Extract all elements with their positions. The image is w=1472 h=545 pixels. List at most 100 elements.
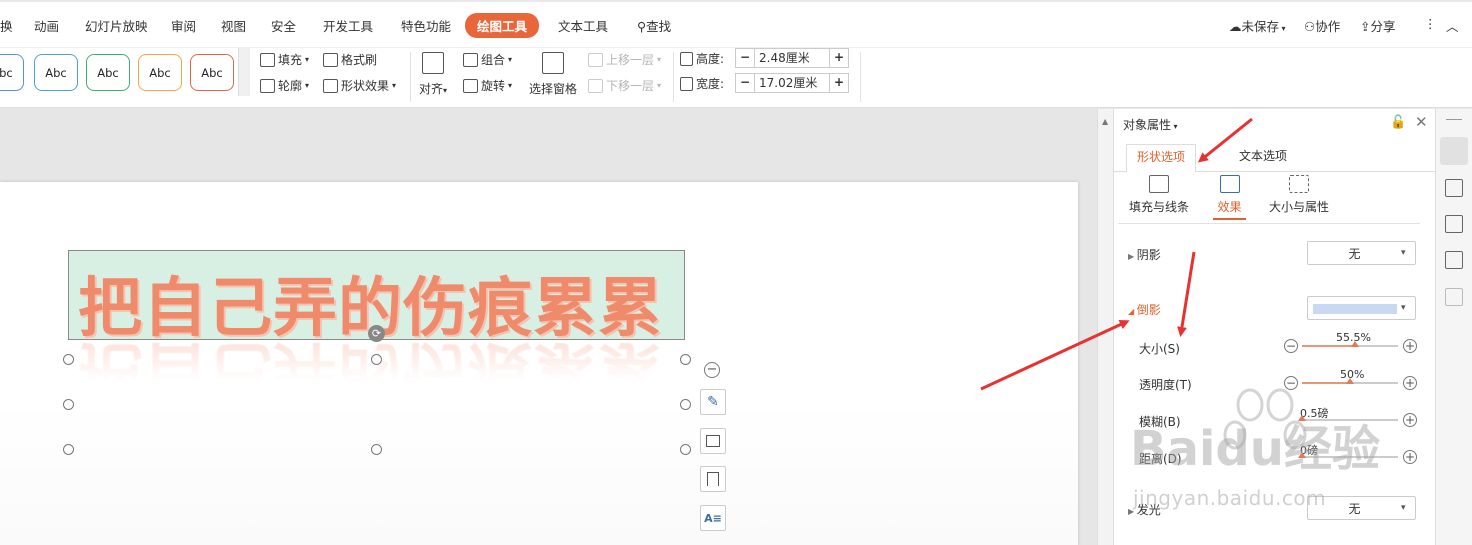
subtab-effects[interactable]: 效果 (1213, 175, 1246, 220)
group-icon (463, 52, 478, 67)
rotate-button[interactable]: 旋转 ▾ (463, 77, 512, 94)
width-input[interactable]: 17.02厘米 (754, 74, 830, 92)
height-increase-button[interactable]: + (830, 49, 848, 67)
image-icon[interactable] (1445, 251, 1463, 269)
collapse-ribbon-icon[interactable]: ︿ (1446, 16, 1459, 35)
properties-icon[interactable] (1440, 137, 1468, 165)
outline-button[interactable]: 轮廓 ▾ (260, 77, 309, 94)
menu-developer[interactable]: 开发工具 (323, 16, 373, 35)
menu-view[interactable]: 视图 (221, 16, 246, 35)
chevron-down-icon: ▾ (657, 81, 662, 90)
height-label: 高度: (680, 50, 724, 67)
height-decrease-button[interactable]: − (736, 49, 754, 67)
slider-thumb[interactable] (1298, 452, 1306, 458)
bring-forward-button[interactable]: 上移一层 ▾ (588, 51, 661, 68)
user-icon: ⚇ (1304, 19, 1316, 34)
unsaved-button[interactable]: ☁未保存 ▾ (1229, 16, 1286, 35)
subtab-fill-line[interactable]: 填充与线条 (1114, 175, 1204, 215)
height-spinner[interactable]: − 2.48厘米 + (735, 48, 849, 68)
fill-button[interactable]: 填充 ▾ (260, 51, 309, 68)
menu-text-tools[interactable]: 文本工具 (558, 16, 608, 35)
shape-style-4[interactable]: Abc (138, 54, 182, 91)
search-icon: ⚲ (637, 19, 647, 34)
float-outline-icon[interactable] (700, 466, 726, 492)
scroll-up-icon[interactable]: ▲ (1102, 117, 1108, 126)
resize-handle-w[interactable] (63, 399, 74, 410)
menu-drawing-tools[interactable]: 绘图工具 (465, 13, 540, 38)
width-spinner[interactable]: − 17.02厘米 + (735, 73, 849, 93)
reflection-distance-slider[interactable] (1298, 452, 1398, 458)
shape-style-5[interactable]: Abc (190, 54, 234, 91)
animation-pin-icon[interactable] (1445, 179, 1463, 197)
shape-style-1[interactable]: Abc (0, 54, 24, 91)
subtab-divider (1118, 223, 1420, 224)
rotate-handle-icon[interactable]: ⟳ (368, 325, 385, 342)
reflection-blur-plus-icon[interactable]: + (1403, 413, 1417, 427)
shape-style-3[interactable]: Abc (86, 54, 130, 91)
width-decrease-button[interactable]: − (736, 74, 754, 92)
wordart-reflection: 把自己弄的伤痕累累 (78, 333, 663, 407)
tab-shape-options[interactable]: 形状选项 (1126, 144, 1197, 172)
width-increase-button[interactable]: + (830, 74, 848, 92)
reflection-transparency-minus-icon[interactable]: − (1284, 376, 1298, 390)
ribbon-divider (860, 52, 861, 102)
collapse-float-toolbar-icon[interactable]: − (704, 362, 720, 378)
reflection-size-slider[interactable] (1302, 341, 1398, 347)
slider-thumb[interactable] (1346, 378, 1354, 384)
resize-handle-se[interactable] (680, 444, 691, 455)
panel-title[interactable]: 对象属性 ▾ (1123, 116, 1178, 133)
more-icon[interactable]: ⋮ (1424, 16, 1437, 31)
menu-switch[interactable]: 换 (0, 16, 13, 35)
tab-text-options[interactable]: 文本选项 (1229, 144, 1297, 172)
float-text-effect-icon[interactable]: A≡ (700, 505, 726, 531)
menu-slideshow[interactable]: 幻灯片放映 (85, 16, 148, 35)
menu-animation[interactable]: 动画 (34, 16, 59, 35)
reflection-transparency-plus-icon[interactable]: + (1403, 376, 1417, 390)
style-gallery-scroll[interactable] (238, 48, 250, 96)
close-icon[interactable]: ✕ (1415, 113, 1428, 131)
format-painter-button[interactable]: 格式刷 (323, 51, 377, 68)
resize-handle-sw[interactable] (63, 444, 74, 455)
float-fill-icon[interactable] (700, 428, 726, 454)
resize-handle-e[interactable] (680, 399, 691, 410)
outline-icon (260, 78, 275, 93)
resize-handle-s[interactable] (371, 444, 382, 455)
reflection-distance-plus-icon[interactable]: + (1403, 450, 1417, 464)
resize-handle-nw[interactable] (63, 354, 74, 365)
box-icon[interactable] (1445, 288, 1463, 306)
menu-find[interactable]: ⚲查找 (637, 16, 671, 35)
resize-handle-n[interactable] (371, 354, 382, 365)
reflection-dropdown[interactable]: ▾ (1307, 296, 1416, 320)
task-pane-strip (1435, 109, 1472, 545)
slider-thumb[interactable] (1351, 341, 1360, 347)
send-backward-button[interactable]: 下移一层 ▾ (588, 77, 661, 94)
selection-pane-button[interactable]: 选择窗格 (529, 52, 577, 97)
subtab-size-props[interactable]: 大小与属性 (1254, 175, 1344, 215)
resize-handle-ne[interactable] (680, 354, 691, 365)
reflection-section-toggle[interactable]: ◢ 倒影 (1128, 301, 1161, 318)
collab-button[interactable]: ⚇协作 (1304, 16, 1340, 35)
reflection-size-minus-icon[interactable]: − (1284, 339, 1298, 353)
shape-style-2[interactable]: Abc (34, 54, 78, 91)
group-button[interactable]: 组合 ▾ (463, 51, 512, 68)
share-button[interactable]: ⇪分享 (1360, 16, 1396, 35)
reflection-transparency-slider[interactable] (1302, 378, 1398, 384)
float-pen-icon[interactable]: ✎ (700, 389, 726, 415)
lock-icon[interactable]: 🔓 (1390, 115, 1406, 130)
shadow-section-toggle[interactable]: ▶ 阴影 (1128, 246, 1161, 263)
height-input[interactable]: 2.48厘米 (754, 49, 830, 67)
menu-security[interactable]: 安全 (271, 16, 296, 35)
transition-icon[interactable] (1445, 215, 1463, 233)
reflection-blur-slider[interactable] (1298, 415, 1398, 421)
canvas-scrollbar[interactable]: ▲ (1097, 109, 1113, 545)
slider-thumb[interactable] (1298, 415, 1306, 421)
reflection-transparency-label: 透明度(T) (1139, 378, 1192, 392)
shadow-dropdown[interactable]: 无 ▾ (1307, 241, 1416, 265)
menu-review[interactable]: 审阅 (171, 16, 196, 35)
align-button[interactable]: 对齐▾ (419, 52, 447, 97)
menu-features[interactable]: 特色功能 (401, 16, 451, 35)
shape-effects-button[interactable]: 形状效果 ▾ (323, 77, 396, 94)
ribbon-toolbar: Abc Abc Abc Abc Abc 填充▾ 格式刷 轮廓▾ 形状效果▾ 对齐… (0, 48, 1472, 108)
align-icon (422, 52, 445, 74)
reflection-size-plus-icon[interactable]: + (1403, 339, 1417, 353)
